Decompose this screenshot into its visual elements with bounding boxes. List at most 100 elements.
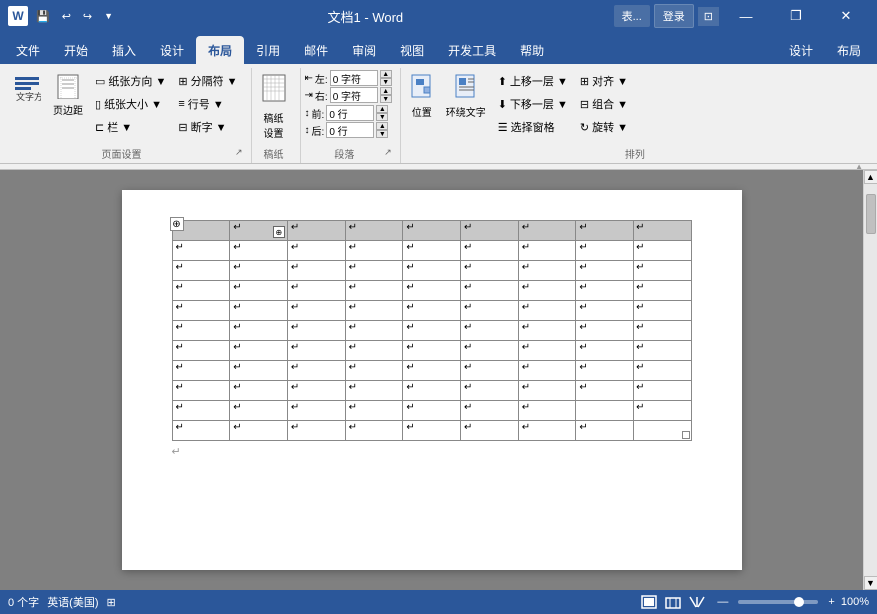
table-cell[interactable]: ↵ bbox=[403, 381, 461, 401]
tab-mailings[interactable]: 邮件 bbox=[292, 36, 340, 64]
table-cell[interactable]: ↵ bbox=[576, 421, 634, 441]
table-cell[interactable]: ↵ bbox=[403, 341, 461, 361]
table-cell[interactable]: ↵ bbox=[518, 321, 576, 341]
scroll-up-btn[interactable]: ▲ bbox=[864, 170, 877, 184]
vertical-scrollbar[interactable]: ▲ ▼ bbox=[863, 170, 877, 590]
table-cell[interactable] bbox=[576, 401, 634, 421]
breaks-btn[interactable]: ⊞ 分隔符 ▼ bbox=[173, 70, 242, 92]
table-cell[interactable]: ↵ bbox=[576, 381, 634, 401]
table-cell[interactable]: ↵ bbox=[576, 341, 634, 361]
table-cell[interactable]: ↵ bbox=[287, 281, 345, 301]
table-cell[interactable]: ↵ bbox=[461, 421, 519, 441]
tab-developer[interactable]: 开发工具 bbox=[436, 36, 508, 64]
zoom-in-btn[interactable]: + bbox=[826, 596, 836, 608]
table-cell[interactable]: ↵ bbox=[172, 281, 230, 301]
tab-review[interactable]: 审阅 bbox=[340, 36, 388, 64]
table-cell[interactable]: ↵ bbox=[230, 321, 288, 341]
table-cell[interactable]: ↵ bbox=[287, 301, 345, 321]
table-cell[interactable]: ↵ bbox=[403, 321, 461, 341]
tab-home[interactable]: 开始 bbox=[52, 36, 100, 64]
table-cell[interactable]: ↵ ⊕ bbox=[230, 221, 288, 241]
table-cell[interactable]: ↵ bbox=[403, 221, 461, 241]
table-cell[interactable]: ↵ bbox=[634, 281, 691, 301]
orientation-btn[interactable]: ▭ 纸张方向 ▼ bbox=[90, 70, 171, 92]
table-cell[interactable]: ↵ bbox=[287, 261, 345, 281]
indent-right-input[interactable] bbox=[330, 87, 378, 103]
table-cell[interactable]: ↵ bbox=[230, 381, 288, 401]
spacing-before-up[interactable]: ▲ bbox=[376, 105, 388, 113]
table-cell[interactable]: ↵ bbox=[461, 301, 519, 321]
table-cell[interactable]: ↵ bbox=[518, 401, 576, 421]
table-cell[interactable]: ↵ bbox=[634, 321, 691, 341]
table-cell[interactable]: ↵ bbox=[461, 341, 519, 361]
table-cell[interactable]: ↵ bbox=[576, 221, 634, 241]
table-cell[interactable]: ↵ bbox=[172, 401, 230, 421]
table-cell[interactable]: ↵ bbox=[461, 381, 519, 401]
table-cell[interactable]: ↵ bbox=[172, 261, 230, 281]
table-cell[interactable]: ↵ bbox=[518, 421, 576, 441]
table-cell[interactable]: ↵ bbox=[403, 261, 461, 281]
paper-size-btn[interactable]: ▯ 纸张大小 ▼ bbox=[90, 93, 171, 115]
table-cell[interactable]: ↵ bbox=[345, 341, 403, 361]
table-cell[interactable]: ↵ bbox=[461, 401, 519, 421]
table-cell[interactable]: ↵ bbox=[230, 261, 288, 281]
zoom-slider[interactable] bbox=[738, 600, 818, 604]
customize-quick-btn[interactable]: ▼ bbox=[100, 9, 117, 23]
table-cell[interactable]: ↵ bbox=[172, 361, 230, 381]
table-cell[interactable]: ↵ bbox=[403, 421, 461, 441]
paragraph-expander[interactable]: ↗ bbox=[384, 147, 392, 158]
table-cell[interactable] bbox=[634, 421, 691, 441]
table-cell[interactable]: ↵ bbox=[576, 301, 634, 321]
tab-references[interactable]: 引用 bbox=[244, 36, 292, 64]
table-cell[interactable]: ↵ bbox=[230, 301, 288, 321]
ribbon-toggle-btn[interactable]: 表... bbox=[614, 5, 650, 27]
scroll-down-btn[interactable]: ▼ bbox=[864, 576, 877, 590]
table-move-handle[interactable]: ⊕ bbox=[170, 217, 184, 231]
table-cell[interactable]: ↵ bbox=[172, 321, 230, 341]
table-cell[interactable]: ↵ bbox=[172, 381, 230, 401]
table-cell[interactable]: ↵ bbox=[287, 361, 345, 381]
table-cell[interactable]: ↵ bbox=[576, 361, 634, 381]
web-view-btn[interactable] bbox=[663, 593, 683, 611]
indent-left-up[interactable]: ▲ bbox=[380, 70, 392, 78]
zoom-thumb[interactable] bbox=[794, 597, 804, 607]
table-resize-handle[interactable] bbox=[682, 431, 690, 439]
table-cell[interactable]: ↵ bbox=[518, 361, 576, 381]
redo-quick-btn[interactable]: ↪ bbox=[79, 8, 96, 25]
page-setup-expander[interactable]: ↗ bbox=[235, 147, 243, 158]
tab-table-design[interactable]: 设计 bbox=[777, 36, 825, 64]
full-screen-btn[interactable]: ⊡ bbox=[698, 7, 719, 26]
table-cell[interactable]: ↵ bbox=[345, 321, 403, 341]
margins-btn[interactable]: 页边距 bbox=[48, 70, 88, 120]
table-cell[interactable]: ↵ bbox=[634, 401, 691, 421]
table-cell[interactable]: ↵ bbox=[345, 421, 403, 441]
table-cell[interactable]: ↵ bbox=[634, 341, 691, 361]
table-cell[interactable]: ↵ bbox=[518, 221, 576, 241]
table-cell[interactable]: ↵ bbox=[634, 261, 691, 281]
bring-forward-btn[interactable]: ⬆ 上移一层 ▼ bbox=[493, 70, 573, 92]
table-cell[interactable]: ↵ bbox=[172, 241, 230, 261]
table-cell[interactable]: ↵ bbox=[287, 241, 345, 261]
table-cell[interactable]: ↵ bbox=[230, 361, 288, 381]
table-cell[interactable]: ↵ bbox=[634, 361, 691, 381]
group-btn[interactable]: ⊟ 组合 ▼ bbox=[575, 93, 633, 115]
table-cell[interactable]: ↵ bbox=[634, 381, 691, 401]
table-cell[interactable]: ↵ bbox=[345, 281, 403, 301]
table-cell[interactable]: ↵ bbox=[230, 401, 288, 421]
table-cell[interactable]: ↵ bbox=[461, 321, 519, 341]
close-btn[interactable]: ✕ bbox=[823, 0, 869, 32]
hyphenation-btn[interactable]: ⊟ 断字 ▼ bbox=[173, 116, 242, 138]
table-cell[interactable]: ↵ bbox=[403, 301, 461, 321]
tab-layout[interactable]: 布局 bbox=[196, 36, 244, 64]
rotate-btn[interactable]: ↻ 旋转 ▼ bbox=[575, 116, 633, 138]
columns-btn[interactable]: ⊏ 栏 ▼ bbox=[90, 116, 171, 138]
table-cell[interactable]: ↵ bbox=[518, 341, 576, 361]
tab-help[interactable]: 帮助 bbox=[508, 36, 556, 64]
tab-view[interactable]: 视图 bbox=[388, 36, 436, 64]
table-cell[interactable]: ↵ bbox=[345, 301, 403, 321]
table-cell[interactable]: ↵ bbox=[230, 241, 288, 261]
table-cell[interactable]: ↵ bbox=[287, 321, 345, 341]
table-cell[interactable]: ↵ bbox=[634, 221, 691, 241]
spacing-before-down[interactable]: ▼ bbox=[376, 113, 388, 121]
table-cell[interactable]: ↵ bbox=[403, 401, 461, 421]
